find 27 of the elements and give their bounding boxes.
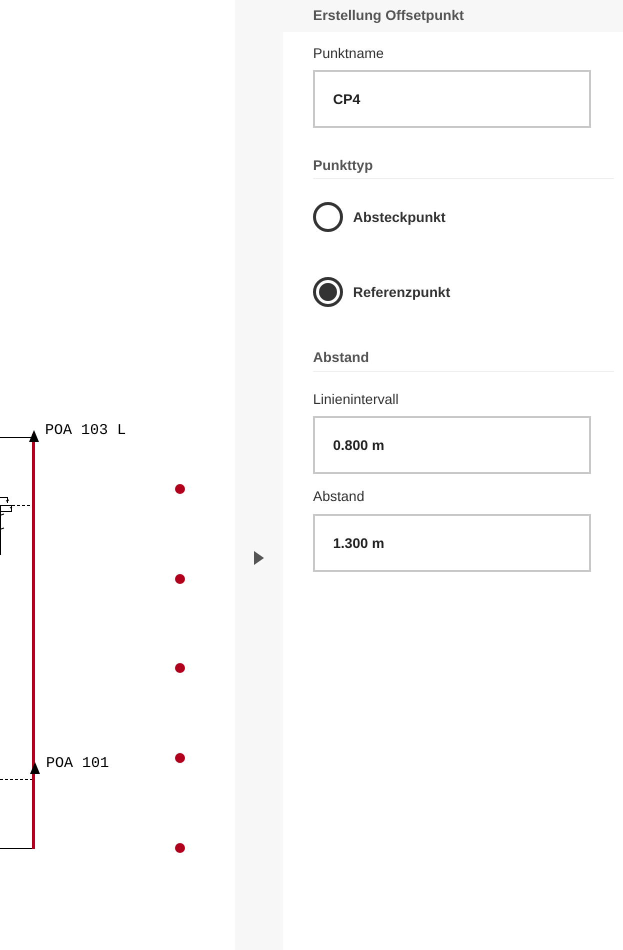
point-marker-icon (175, 663, 185, 673)
input-field[interactable]: CP4 (313, 70, 591, 128)
point-marker-icon (175, 574, 185, 584)
radio-label: Absteckpunkt (353, 208, 446, 227)
field-label: Abstand (313, 487, 366, 506)
input-field[interactable]: 1.300 m (313, 514, 591, 572)
section-heading: Punkttyp (313, 156, 374, 175)
field-label: Linienintervall (313, 390, 400, 409)
section-heading: Abstand (313, 348, 370, 367)
point-marker-icon (175, 484, 185, 494)
input-field[interactable]: 0.800 m (313, 416, 591, 474)
point-marker-icon (175, 843, 185, 853)
radio-button[interactable] (313, 277, 343, 307)
panel-title: Erstellung Offsetpunkt (313, 6, 464, 25)
dashed-line (0, 779, 32, 780)
point-marker-icon (175, 753, 185, 763)
cad-symbol-drawing (0, 497, 12, 556)
point-label: POA 103 L (45, 422, 126, 439)
boundary-line (0, 848, 34, 849)
point-label: POA 101 (46, 755, 110, 772)
triangle-marker-icon (30, 762, 40, 774)
radio-button[interactable] (313, 202, 343, 232)
triangle-right-icon (254, 551, 264, 565)
radio-label: Referenzpunkt (353, 283, 450, 302)
field-label: Punktname (313, 44, 385, 63)
boundary-line (0, 437, 34, 438)
triangle-marker-icon (29, 430, 39, 442)
